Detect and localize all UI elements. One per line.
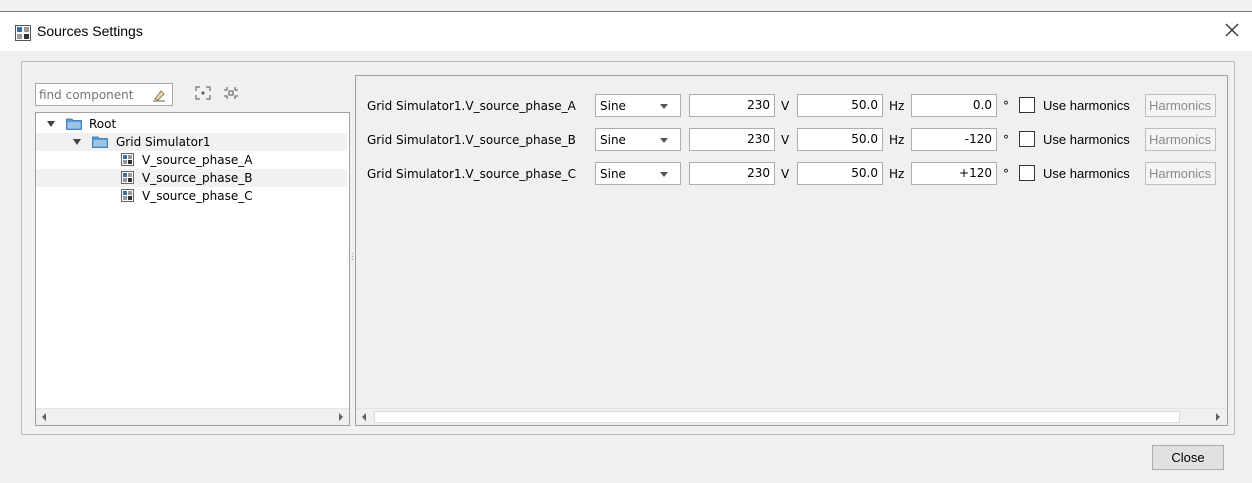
tree-item-source[interactable]: V_source_phase_C	[36, 187, 347, 205]
source-row: Grid Simulator1.V_source_phase_A Sine 23…	[356, 94, 1227, 118]
use-harmonics-checkbox[interactable]	[1019, 131, 1035, 147]
phase-input[interactable]: -120	[911, 128, 997, 151]
scroll-left-button[interactable]	[36, 409, 53, 425]
dropdown-arrow-icon	[660, 138, 668, 143]
source-name: Grid Simulator1.V_source_phase_B	[367, 133, 576, 147]
voltage-unit: V	[781, 133, 790, 147]
window-title: Sources Settings	[37, 23, 143, 39]
component-tree-panel: Root Grid Simulator1 V_s	[35, 75, 350, 426]
close-button[interactable]: Close	[1152, 445, 1224, 470]
window-app-icon	[15, 25, 31, 41]
waveform-select[interactable]: Sine	[595, 162, 681, 185]
waveform-select[interactable]: Sine	[595, 94, 681, 117]
settings-horizontal-scrollbar[interactable]	[356, 408, 1227, 425]
close-icon[interactable]	[1222, 20, 1242, 40]
use-harmonics-label: Use harmonics	[1043, 166, 1130, 181]
voltage-input[interactable]: 230	[689, 162, 775, 185]
harmonics-button[interactable]: Harmonics	[1145, 162, 1216, 185]
use-harmonics-label: Use harmonics	[1043, 132, 1130, 147]
scroll-track[interactable]	[55, 411, 330, 423]
tree-item-root[interactable]: Root	[36, 115, 347, 133]
frequency-unit: Hz	[889, 133, 905, 147]
folder-icon	[66, 118, 82, 130]
use-harmonics-checkbox[interactable]	[1019, 165, 1035, 181]
folder-icon	[92, 136, 108, 148]
expand-arrow-icon[interactable]	[73, 139, 81, 145]
search-box[interactable]	[35, 83, 173, 106]
settings-group: Root Grid Simulator1 V_s	[21, 61, 1235, 435]
source-name: Grid Simulator1.V_source_phase_A	[367, 99, 576, 113]
tree-label-source: V_source_phase_C	[142, 189, 253, 203]
search-input[interactable]	[39, 87, 149, 102]
expand-arrow-icon[interactable]	[47, 121, 55, 127]
tree-item-grid-simulator[interactable]: Grid Simulator1	[36, 133, 347, 151]
frequency-unit: Hz	[889, 99, 905, 113]
harmonics-button[interactable]: Harmonics	[1145, 128, 1216, 151]
voltage-unit: V	[781, 167, 790, 181]
tree-label-group: Grid Simulator1	[116, 135, 211, 149]
phase-input[interactable]: +120	[911, 162, 997, 185]
waveform-value: Sine	[600, 167, 626, 181]
voltage-input[interactable]: 230	[689, 128, 775, 151]
dropdown-arrow-icon	[660, 104, 668, 109]
frequency-input[interactable]: 50.0	[797, 94, 883, 117]
use-harmonics-checkbox[interactable]	[1019, 97, 1035, 113]
scroll-left-button[interactable]	[356, 409, 373, 425]
tree-item-source[interactable]: V_source_phase_A	[36, 151, 347, 169]
title-bar: Sources Settings	[0, 12, 1252, 51]
tree-label-root: Root	[89, 117, 117, 131]
clear-search-icon[interactable]	[152, 88, 166, 102]
scroll-right-button[interactable]	[332, 409, 349, 425]
phase-unit: °	[1003, 167, 1009, 181]
source-row: Grid Simulator1.V_source_phase_B Sine 23…	[356, 128, 1227, 152]
voltage-unit: V	[781, 99, 790, 113]
component-icon	[121, 171, 134, 184]
phase-unit: °	[1003, 99, 1009, 113]
tree-item-source[interactable]: V_source_phase_B	[36, 169, 347, 187]
scroll-right-button[interactable]	[1209, 409, 1226, 425]
frequency-unit: Hz	[889, 167, 905, 181]
component-icon	[121, 189, 134, 202]
collapse-all-icon[interactable]	[223, 86, 239, 100]
source-name: Grid Simulator1.V_source_phase_C	[367, 167, 577, 181]
dropdown-arrow-icon	[660, 172, 668, 177]
tree-horizontal-scrollbar[interactable]	[36, 408, 349, 425]
use-harmonics-label: Use harmonics	[1043, 98, 1130, 113]
waveform-value: Sine	[600, 99, 626, 113]
tree-label-source: V_source_phase_B	[142, 171, 253, 185]
voltage-input[interactable]: 230	[689, 94, 775, 117]
waveform-select[interactable]: Sine	[595, 128, 681, 151]
source-settings-panel: Grid Simulator1.V_source_phase_A Sine 23…	[355, 75, 1228, 426]
phase-input[interactable]: 0.0	[911, 94, 997, 117]
splitter-handle-icon[interactable]	[351, 252, 354, 262]
frequency-input[interactable]: 50.0	[797, 162, 883, 185]
frequency-input[interactable]: 50.0	[797, 128, 883, 151]
waveform-value: Sine	[600, 133, 626, 147]
phase-unit: °	[1003, 133, 1009, 147]
expand-all-icon[interactable]	[195, 86, 211, 100]
source-row: Grid Simulator1.V_source_phase_C Sine 23…	[356, 162, 1227, 186]
tree-label-source: V_source_phase_A	[142, 153, 253, 167]
scroll-thumb[interactable]	[374, 411, 1180, 423]
tree-view: Root Grid Simulator1 V_source_phase_A V_…	[35, 112, 350, 426]
harmonics-button[interactable]: Harmonics	[1145, 94, 1216, 117]
component-icon	[121, 153, 134, 166]
